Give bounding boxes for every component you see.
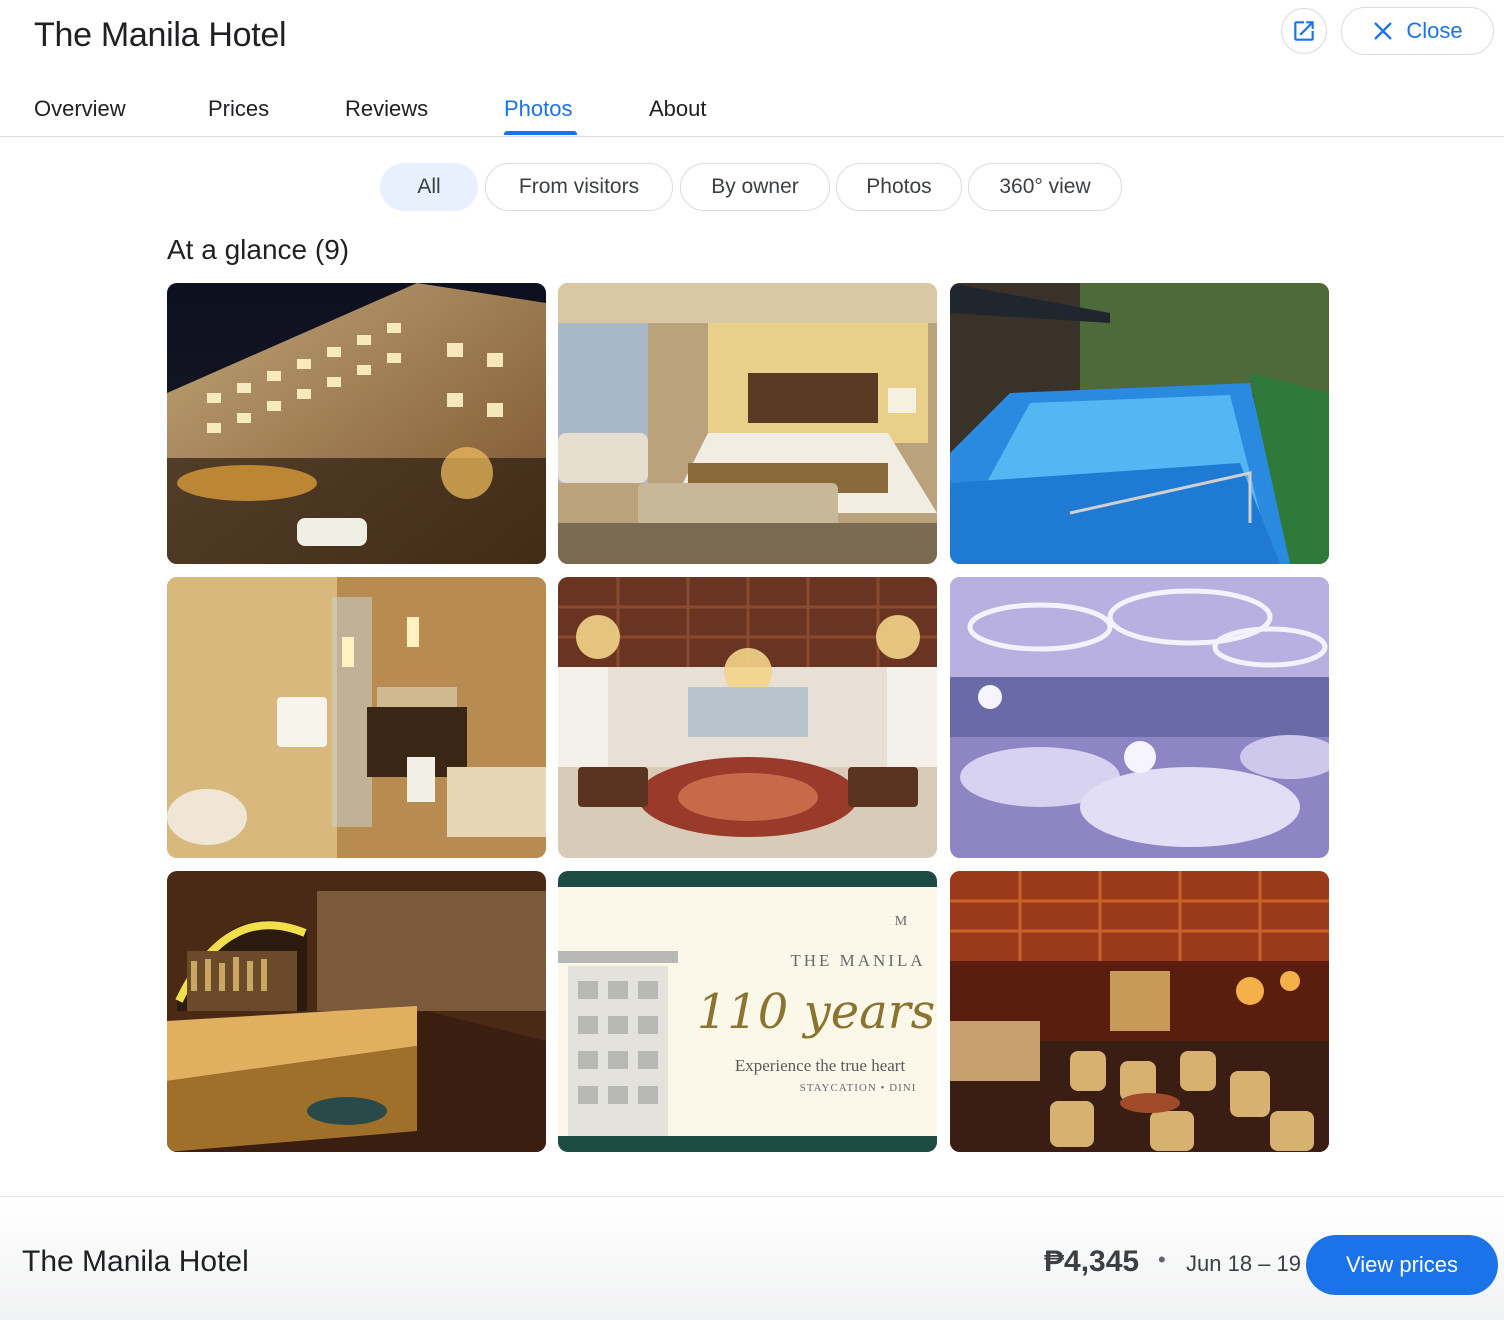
price: ₱4,345 — [1044, 1245, 1140, 1278]
photo-promo-banner[interactable]: M THE MANILA 110 years Experience the tr… — [558, 871, 937, 1152]
filter-chip-by-owner[interactable]: By owner — [680, 163, 830, 211]
photo-bathroom[interactable] — [167, 577, 546, 858]
tab-about[interactable]: About — [649, 94, 707, 124]
open-in-new-icon — [1294, 21, 1314, 41]
filter-chip-all[interactable]: All — [380, 163, 478, 211]
active-tab-indicator — [504, 131, 577, 135]
open-in-new-button[interactable] — [1281, 8, 1327, 54]
photo-hotel-exterior-image — [167, 283, 546, 564]
tab-reviews[interactable]: Reviews — [345, 94, 428, 124]
promo-subline-text: STAYCATION • DINI — [800, 1082, 917, 1094]
filter-chip-photos[interactable]: Photos — [836, 163, 962, 211]
tab-prices[interactable]: Prices — [208, 94, 269, 124]
tab-bar: Overview Prices Reviews Photos About — [0, 84, 1504, 137]
tab-photos[interactable]: Photos — [504, 94, 573, 124]
promo-tagline-text: Experience the true heart — [735, 1056, 906, 1075]
photo-guest-bedroom[interactable] — [558, 283, 937, 564]
promo-brand-text: THE MANILA — [790, 951, 925, 970]
photo-ballroom[interactable] — [950, 577, 1329, 858]
photo-ballroom-image — [950, 577, 1329, 858]
photo-swimming-pool[interactable] — [950, 283, 1329, 564]
photo-bar[interactable] — [167, 871, 546, 1152]
close-icon — [1374, 22, 1392, 40]
photo-grand-lobby[interactable] — [558, 577, 937, 858]
svg-text:M: M — [895, 914, 908, 929]
photo-promo-banner-image: M THE MANILA 110 years Experience the tr… — [558, 871, 937, 1152]
view-prices-button[interactable]: View prices — [1306, 1235, 1498, 1295]
photo-guest-bedroom-image — [558, 283, 937, 564]
footer-hotel-name: The Manila Hotel — [22, 1245, 249, 1278]
photo-bar-image — [167, 871, 546, 1152]
photo-restaurant[interactable] — [950, 871, 1329, 1152]
photo-grand-lobby-image — [558, 577, 937, 858]
footer-bar: The Manila Hotel ₱4,345 • Jun 18 – 19 Vi… — [0, 1196, 1504, 1320]
header: The Manila Hotel Close Overview Prices R… — [0, 0, 1504, 138]
photo-swimming-pool-image — [950, 283, 1329, 564]
photo-restaurant-image — [950, 871, 1329, 1152]
close-button[interactable]: Close — [1341, 7, 1494, 55]
promo-headline-text: 110 years — [697, 984, 936, 1040]
photo-hotel-exterior[interactable] — [167, 283, 546, 564]
section-title: At a glance (9) — [167, 234, 350, 265]
separator-dot: • — [1158, 1247, 1166, 1272]
filter-chip-from-visitors[interactable]: From visitors — [485, 163, 673, 211]
page-title: The Manila Hotel — [34, 16, 287, 54]
photo-bathroom-image — [167, 577, 546, 858]
stay-dates[interactable]: Jun 18 – 19 — [1186, 1251, 1301, 1277]
filter-chip-360-view[interactable]: 360° view — [968, 163, 1122, 211]
close-label: Close — [1406, 18, 1463, 43]
tab-overview[interactable]: Overview — [34, 94, 126, 124]
